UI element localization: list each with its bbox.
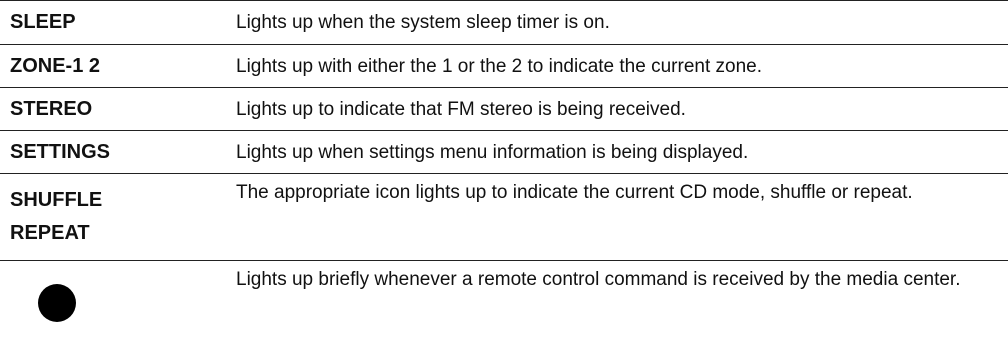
table-row-stereo: STEREO Lights up to indicate that FM ste… (0, 88, 1008, 131)
table-row-zone: ZONE-1 2 Lights up with either the 1 or … (0, 45, 1008, 88)
indicator-icon-cell (0, 261, 226, 339)
indicator-description: Lights up briefly whenever a remote cont… (236, 269, 961, 290)
indicator-description: The appropriate icon lights up to indica… (236, 182, 913, 203)
indicator-description: Lights up with either the 1 or the 2 to … (236, 55, 762, 77)
indicator-label-shuffle: SHUFFLE (10, 189, 103, 211)
indicator-label: SETTINGS (10, 140, 111, 163)
indicator-label-repeat: REPEAT (10, 222, 90, 244)
indicator-table: SLEEP Lights up when the system sleep ti… (0, 0, 1008, 339)
indicator-label: SHUFFLE REPEAT (0, 174, 226, 260)
indicator-label: STEREO (10, 97, 93, 120)
indicator-label: ZONE-1 2 (10, 54, 101, 77)
filled-circle-icon (38, 284, 76, 322)
indicator-description: Lights up when settings menu information… (236, 141, 749, 163)
indicator-description: Lights up when the system sleep timer is… (236, 12, 610, 33)
table-row-shuffle-repeat: SHUFFLE REPEAT The appropriate icon ligh… (0, 174, 1008, 261)
table-row-settings: SETTINGS Lights up when settings menu in… (0, 131, 1008, 174)
table-row-remote-indicator: Lights up briefly whenever a remote cont… (0, 261, 1008, 339)
indicator-description: Lights up to indicate that FM stereo is … (236, 98, 686, 120)
indicator-label: SLEEP (10, 11, 76, 33)
table-row-sleep: SLEEP Lights up when the system sleep ti… (0, 0, 1008, 45)
